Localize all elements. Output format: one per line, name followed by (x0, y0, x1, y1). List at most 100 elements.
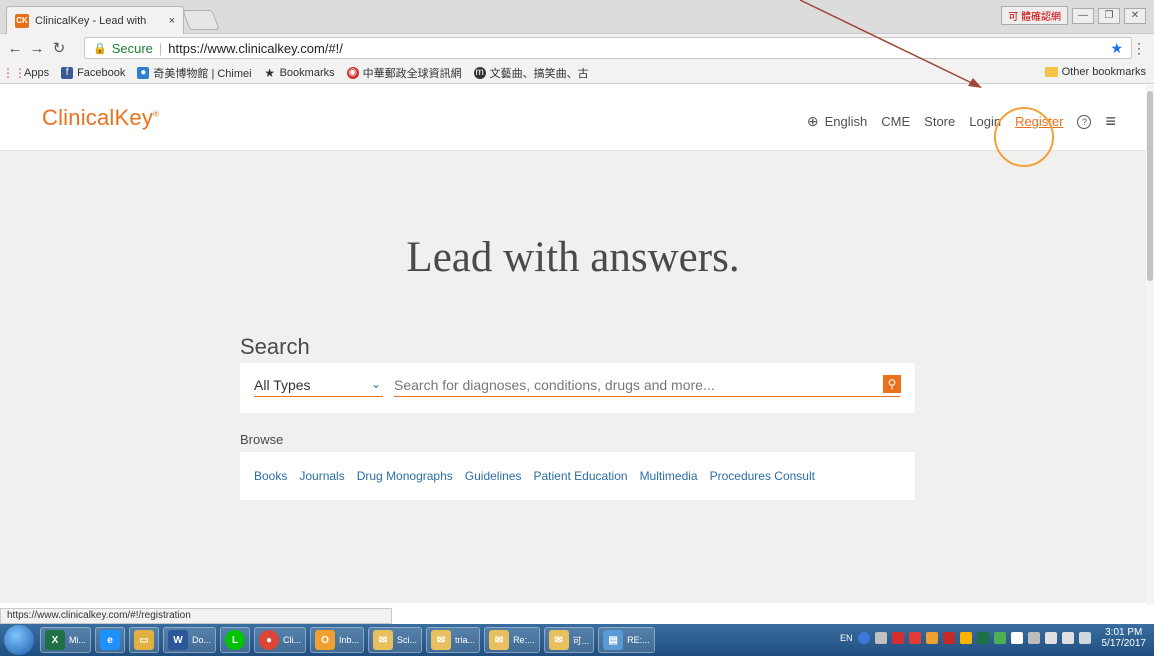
help-icon[interactable]: ? (1077, 114, 1092, 129)
content-type-select[interactable]: All Types ⌄ (254, 377, 383, 397)
windows-taskbar: X Mi... e ▭ W Do... L ● Cli... O Inb... ✉ Sci… (0, 624, 1154, 656)
facebook-icon: f (61, 66, 74, 79)
browser-tab-clinicalkey[interactable]: CK ClinicalKey - Lead with × (6, 6, 184, 34)
browse-link-journals[interactable]: Journals (299, 469, 344, 483)
taskbar-item[interactable]: ▤ RE:... (598, 627, 655, 653)
bookmark-bookmarks[interactable]: ★ Bookmarks (264, 66, 334, 80)
oracle-tray-icon[interactable] (908, 632, 921, 644)
register-link[interactable]: Register (1015, 114, 1063, 129)
bookmark-label: 奇美博物館 | Chimei (153, 67, 252, 80)
apps-grid-icon: ⋮⋮ (2, 65, 26, 80)
bookmark-post[interactable]: ◉ 中華郵政全球資訊網 (346, 65, 462, 81)
address-bar[interactable]: 🔒 Secure | https://www.clinicalkey.com/#… (84, 37, 1132, 59)
browse-link-guidelines[interactable]: Guidelines (465, 469, 522, 483)
page-content: ClinicalKey® ⊕ English CME Store Login R… (0, 85, 1146, 603)
browse-link-books[interactable]: Books (254, 469, 287, 483)
scrollbar-thumb[interactable] (1147, 91, 1153, 281)
battery-tray-icon[interactable] (1044, 632, 1057, 644)
start-button-icon[interactable] (4, 625, 34, 655)
search-input[interactable]: Search for diagnoses, conditions, drugs … (394, 377, 900, 397)
taskbar-item[interactable]: W Do... (163, 627, 217, 653)
post-logo-icon: ◉ (346, 66, 359, 79)
taskbar-item[interactable]: O Inb... (310, 627, 365, 653)
minimize-window-button[interactable]: — (1072, 7, 1094, 24)
taskbar-item[interactable]: X Mi... (40, 627, 91, 653)
pdf-tray-icon[interactable] (942, 632, 955, 644)
taskbar-item[interactable]: ✉ Sci... (368, 627, 423, 653)
clinicalkey-logo[interactable]: ClinicalKey® (42, 105, 159, 131)
content-type-value: All Types (254, 377, 311, 393)
bookmark-label: 文藝曲、搞笑曲、古 (489, 67, 589, 80)
clock-date: 5/17/2017 (1101, 638, 1147, 649)
taskbar-item[interactable]: ✉ Re:... (484, 627, 540, 653)
new-tab-button[interactable] (182, 10, 220, 30)
mail-icon: ✉ (373, 630, 394, 650)
close-tab-icon[interactable]: × (169, 15, 175, 27)
ime-indicator[interactable]: 可 體確認網 (1001, 6, 1068, 25)
ime-tray-icon[interactable] (993, 632, 1006, 644)
bookmark-label: 中華郵政全球資訊網 (362, 67, 462, 80)
taskbar-label: Cli... (283, 635, 302, 645)
bookmark-facebook[interactable]: f Facebook (61, 66, 125, 79)
volume-tray-icon[interactable] (1061, 632, 1074, 644)
shield-tray-icon[interactable] (891, 632, 904, 644)
taskbar-item[interactable]: ✉ 可... (543, 627, 595, 653)
reload-icon[interactable]: ↻ (50, 39, 68, 57)
search-panel: All Types ⌄ Search for diagnoses, condit… (240, 363, 915, 413)
restore-window-button[interactable]: ❐ (1098, 7, 1120, 24)
browse-link-patient-education[interactable]: Patient Education (533, 469, 627, 483)
excel-icon: X (45, 630, 65, 650)
page-scrollbar[interactable] (1146, 85, 1154, 605)
taskbar-label: 可... (572, 635, 590, 646)
other-bookmarks[interactable]: Other bookmarks (1044, 66, 1146, 78)
forward-arrow-icon[interactable]: → (28, 40, 46, 57)
m-logo-icon: m (473, 66, 486, 79)
app-tray-icon[interactable] (925, 632, 938, 644)
bookmark-apps[interactable]: ⋮⋮ Apps (2, 65, 50, 80)
clock[interactable]: 3:01 PM 5/17/2017 (1102, 627, 1147, 649)
registered-mark: ® (153, 109, 160, 119)
clock-time: 3:01 PM (1105, 627, 1143, 638)
doc-icon: ▤ (603, 630, 624, 650)
cme-link[interactable]: CME (881, 114, 910, 129)
browser-tab-bar: CK ClinicalKey - Lead with × 可 體確認網 — ❐ … (0, 0, 1154, 34)
taskbar-item[interactable]: ▭ (129, 627, 159, 653)
close-window-button[interactable]: ✕ (1124, 7, 1146, 24)
network-tray-icon[interactable] (874, 632, 887, 644)
hamburger-menu-icon[interactable]: ≡ (1105, 111, 1116, 132)
help-tray-icon[interactable] (857, 632, 870, 644)
browse-heading: Browse (240, 432, 284, 447)
signal-tray-icon[interactable] (1027, 632, 1040, 644)
search-tray-icon[interactable] (959, 632, 972, 644)
folder-icon: ▭ (134, 630, 154, 650)
language-link[interactable]: English (825, 114, 868, 129)
mail-icon: ✉ (548, 630, 569, 650)
taskbar-item[interactable]: ● Cli... (254, 627, 307, 653)
excel-tray-icon[interactable] (976, 632, 989, 644)
browse-link-procedures-consult[interactable]: Procedures Consult (710, 469, 815, 483)
bookmark-music[interactable]: m 文藝曲、搞笑曲、古 (473, 65, 589, 81)
language-indicator[interactable]: EN (840, 633, 853, 643)
back-arrow-icon[interactable]: ← (6, 40, 24, 57)
browse-link-multimedia[interactable]: Multimedia (640, 469, 698, 483)
site-header: ClinicalKey® ⊕ English CME Store Login R… (0, 85, 1146, 151)
hero-title: Lead with answers. (406, 234, 740, 281)
action-center-icon[interactable] (1078, 632, 1091, 644)
bookmark-chimei[interactable]: ● 奇美博物館 | Chimei (137, 65, 252, 81)
search-button-icon[interactable]: ⚲ (883, 375, 901, 393)
secure-label: Secure (111, 40, 153, 56)
browser-menu-icon[interactable]: ⋮ (1132, 40, 1146, 57)
taskbar-item[interactable]: L (220, 627, 251, 653)
bookmark-star-icon[interactable]: ★ (1110, 40, 1123, 57)
flag-tray-icon[interactable] (1010, 632, 1023, 644)
store-link[interactable]: Store (924, 114, 955, 129)
search-heading: Search (240, 334, 310, 359)
bookmarks-bar: ⋮⋮ Apps f Facebook ● 奇美博物館 | Chimei ★ Bo… (0, 62, 1154, 84)
tab-title: ClinicalKey - Lead with (35, 14, 147, 27)
login-link[interactable]: Login (969, 114, 1001, 129)
bookmark-label: Apps (24, 66, 50, 79)
folder-icon (1044, 67, 1058, 77)
browse-link-drug-monographs[interactable]: Drug Monographs (357, 469, 453, 483)
taskbar-item[interactable]: e (95, 627, 125, 653)
taskbar-item[interactable]: ✉ tria... (426, 627, 481, 653)
